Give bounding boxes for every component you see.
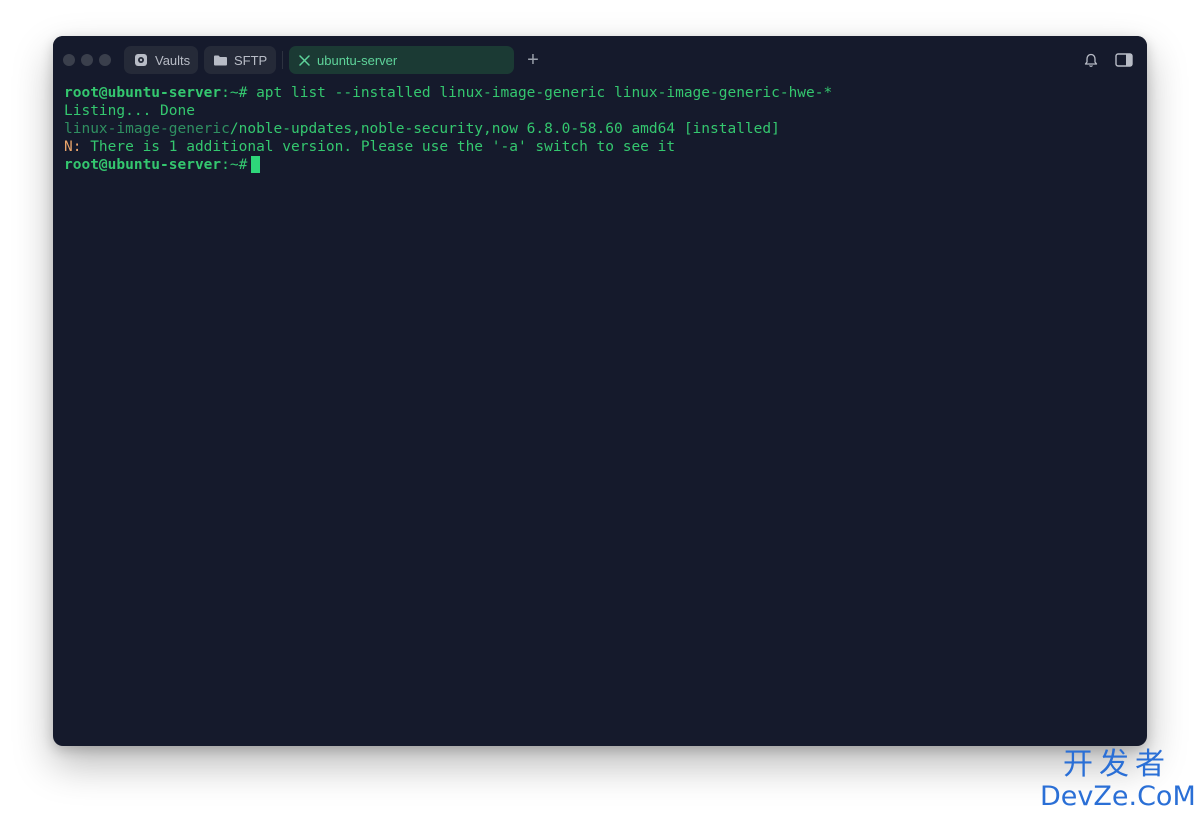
terminal-window: Vaults SFTP ubuntu-server + root@ubuntu-… [53,36,1147,746]
terminal-line-notice: N: There is 1 additional version. Please… [64,138,1137,156]
terminal-line-listing: Listing... Done [64,103,195,119]
terminal-line-prompt: root@ubuntu-server:~# [64,156,1137,174]
notice-text: There is 1 additional version. Please us… [81,139,676,155]
tab-ubuntu-server[interactable]: ubuntu-server [289,46,514,74]
vault-icon [134,53,148,67]
terminal-line-package: linux-image-generic/noble-updates,noble-… [64,120,1137,138]
title-bar: Vaults SFTP ubuntu-server + [53,36,1147,84]
close-icon[interactable] [299,54,310,66]
prompt-separator: :~# [221,157,248,173]
new-tab-button[interactable]: + [523,48,543,72]
folder-icon [214,55,227,66]
bell-icon[interactable] [1082,51,1100,69]
tab-sftp[interactable]: SFTP [204,46,276,74]
tab-vaults-label: Vaults [155,52,191,68]
tab-divider [282,51,283,69]
minimize-window-button[interactable] [81,54,93,66]
tab-ubuntu-server-label: ubuntu-server [317,52,398,68]
watermark-en: DevZe.CoM [1040,781,1196,812]
tab-vaults[interactable]: Vaults [124,46,198,74]
package-name: linux-image-generic [64,121,230,137]
terminal-output[interactable]: root@ubuntu-server:~# apt list --install… [64,84,1137,736]
command-text: apt list --installed linux-image-generic… [256,85,833,101]
terminal-cursor [251,156,261,173]
sidebar-toggle-icon[interactable] [1114,51,1134,69]
package-details: /noble-updates,noble-security,now 6.8.0-… [229,121,780,137]
watermark: 开发者 DevZe.CoM [1040,747,1196,812]
close-window-button[interactable] [63,54,75,66]
prompt-separator: :~# [221,85,257,101]
watermark-cn: 开发者 [1063,747,1171,782]
tab-sftp-label: SFTP [234,52,268,68]
notice-prefix: N: [64,139,82,155]
prompt: root@ubuntu-server [64,85,222,101]
terminal-line-command: root@ubuntu-server:~# apt list --install… [64,84,1137,102]
prompt: root@ubuntu-server [64,157,222,173]
zoom-window-button[interactable] [99,54,111,66]
